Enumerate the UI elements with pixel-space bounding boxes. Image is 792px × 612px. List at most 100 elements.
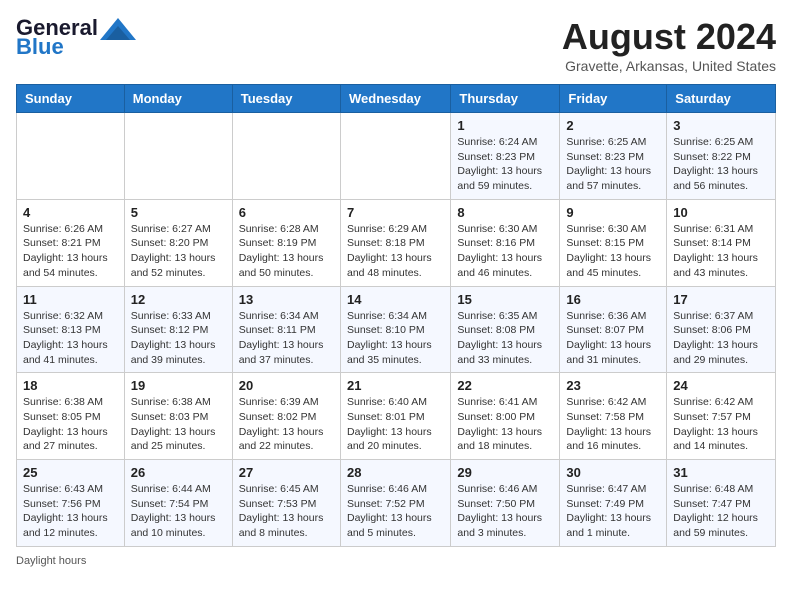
day-info: Sunrise: 6:32 AM Sunset: 8:13 PM Dayligh…: [23, 309, 118, 368]
week-row-1: 1Sunrise: 6:24 AM Sunset: 8:23 PM Daylig…: [17, 113, 776, 200]
month-title: August 2024: [562, 16, 776, 58]
day-info: Sunrise: 6:27 AM Sunset: 8:20 PM Dayligh…: [131, 222, 226, 281]
day-number: 9: [566, 205, 660, 220]
day-cell: 18 Sunrise: 6:38 AM Sunset: 8:05 PM Dayli…: [17, 373, 125, 460]
logo-blue: Blue: [16, 36, 64, 58]
day-number: 3: [673, 118, 769, 133]
day-info: Sunrise: 6:45 AM Sunset: 7:53 PM Dayligh…: [239, 482, 334, 541]
day-number: 16: [566, 292, 660, 307]
day-info: Sunrise: 6:36 AM Sunset: 8:07 PM Dayligh…: [566, 309, 660, 368]
day-cell: 25 Sunrise: 6:43 AM Sunset: 7:56 PM Dayli…: [17, 460, 125, 547]
day-info: Sunrise: 6:40 AM Sunset: 8:01 PM Dayligh…: [347, 395, 444, 454]
day-info: Sunrise: 6:31 AM Sunset: 8:14 PM Dayligh…: [673, 222, 769, 281]
day-info: Sunrise: 6:48 AM Sunset: 7:47 PM Dayligh…: [673, 482, 769, 541]
day-info: Sunrise: 6:26 AM Sunset: 8:21 PM Dayligh…: [23, 222, 118, 281]
day-cell: 28 Sunrise: 6:46 AM Sunset: 7:52 PM Dayli…: [340, 460, 450, 547]
day-info: Sunrise: 6:42 AM Sunset: 7:58 PM Dayligh…: [566, 395, 660, 454]
day-cell: [340, 113, 450, 200]
day-cell: 20 Sunrise: 6:39 AM Sunset: 8:02 PM Dayli…: [232, 373, 340, 460]
day-info: Sunrise: 6:25 AM Sunset: 8:23 PM Dayligh…: [566, 135, 660, 194]
day-number: 15: [457, 292, 553, 307]
day-number: 20: [239, 378, 334, 393]
footer-note: Daylight hours: [16, 555, 776, 567]
day-cell: [124, 113, 232, 200]
day-info: Sunrise: 6:47 AM Sunset: 7:49 PM Dayligh…: [566, 482, 660, 541]
day-cell: 7Sunrise: 6:29 AM Sunset: 8:18 PM Daylig…: [340, 199, 450, 286]
day-number: 27: [239, 465, 334, 480]
day-header-friday: Friday: [560, 85, 667, 113]
week-row-2: 4 Sunrise: 6:26 AM Sunset: 8:21 PM Daylig…: [17, 199, 776, 286]
day-info: Sunrise: 6:39 AM Sunset: 8:02 PM Dayligh…: [239, 395, 334, 454]
day-number: 25: [23, 465, 118, 480]
day-cell: 15 Sunrise: 6:35 AM Sunset: 8:08 PM Dayli…: [451, 286, 560, 373]
day-number: 21: [347, 378, 444, 393]
day-cell: 23 Sunrise: 6:42 AM Sunset: 7:58 PM Dayli…: [560, 373, 667, 460]
day-cell: 9Sunrise: 6:30 AM Sunset: 8:15 PM Daylig…: [560, 199, 667, 286]
day-header-monday: Monday: [124, 85, 232, 113]
day-cell: 31 Sunrise: 6:48 AM Sunset: 7:47 PM Dayli…: [667, 460, 776, 547]
day-info: Sunrise: 6:25 AM Sunset: 8:22 PM Dayligh…: [673, 135, 769, 194]
day-cell: 16 Sunrise: 6:36 AM Sunset: 8:07 PM Dayli…: [560, 286, 667, 373]
day-info: Sunrise: 6:38 AM Sunset: 8:05 PM Dayligh…: [23, 395, 118, 454]
day-cell: 24Sunrise: 6:42 AM Sunset: 7:57 PM Dayli…: [667, 373, 776, 460]
day-number: 8: [457, 205, 553, 220]
day-cell: 6Sunrise: 6:28 AM Sunset: 8:19 PM Daylig…: [232, 199, 340, 286]
day-number: 29: [457, 465, 553, 480]
day-number: 19: [131, 378, 226, 393]
day-number: 31: [673, 465, 769, 480]
day-info: Sunrise: 6:34 AM Sunset: 8:10 PM Dayligh…: [347, 309, 444, 368]
day-cell: [17, 113, 125, 200]
day-header-wednesday: Wednesday: [340, 85, 450, 113]
day-cell: 4 Sunrise: 6:26 AM Sunset: 8:21 PM Daylig…: [17, 199, 125, 286]
day-info: Sunrise: 6:28 AM Sunset: 8:19 PM Dayligh…: [239, 222, 334, 281]
day-cell: 11 Sunrise: 6:32 AM Sunset: 8:13 PM Dayli…: [17, 286, 125, 373]
day-info: Sunrise: 6:24 AM Sunset: 8:23 PM Dayligh…: [457, 135, 553, 194]
day-header-saturday: Saturday: [667, 85, 776, 113]
day-number: 12: [131, 292, 226, 307]
day-info: Sunrise: 6:41 AM Sunset: 8:00 PM Dayligh…: [457, 395, 553, 454]
day-cell: 17 Sunrise: 6:37 AM Sunset: 8:06 PM Dayli…: [667, 286, 776, 373]
title-area: August 2024 Gravette, Arkansas, United S…: [562, 16, 776, 74]
day-number: 11: [23, 292, 118, 307]
day-number: 22: [457, 378, 553, 393]
day-cell: 10 Sunrise: 6:31 AM Sunset: 8:14 PM Dayli…: [667, 199, 776, 286]
day-cell: 1Sunrise: 6:24 AM Sunset: 8:23 PM Daylig…: [451, 113, 560, 200]
day-cell: 5 Sunrise: 6:27 AM Sunset: 8:20 PM Daylig…: [124, 199, 232, 286]
day-number: 24: [673, 378, 769, 393]
day-number: 28: [347, 465, 444, 480]
week-row-4: 18 Sunrise: 6:38 AM Sunset: 8:05 PM Dayli…: [17, 373, 776, 460]
day-cell: [232, 113, 340, 200]
day-info: Sunrise: 6:35 AM Sunset: 8:08 PM Dayligh…: [457, 309, 553, 368]
day-number: 18: [23, 378, 118, 393]
header: General Blue August 2024 Gravette, Arkan…: [16, 16, 776, 74]
day-cell: 26Sunrise: 6:44 AM Sunset: 7:54 PM Dayli…: [124, 460, 232, 547]
day-info: Sunrise: 6:29 AM Sunset: 8:18 PM Dayligh…: [347, 222, 444, 281]
day-cell: 21 Sunrise: 6:40 AM Sunset: 8:01 PM Dayli…: [340, 373, 450, 460]
day-number: 14: [347, 292, 444, 307]
day-number: 10: [673, 205, 769, 220]
day-cell: 29Sunrise: 6:46 AM Sunset: 7:50 PM Dayli…: [451, 460, 560, 547]
day-cell: 2Sunrise: 6:25 AM Sunset: 8:23 PM Daylig…: [560, 113, 667, 200]
day-number: 26: [131, 465, 226, 480]
logo-icon: [100, 18, 136, 40]
day-number: 4: [23, 205, 118, 220]
day-info: Sunrise: 6:38 AM Sunset: 8:03 PM Dayligh…: [131, 395, 226, 454]
day-number: 23: [566, 378, 660, 393]
day-number: 17: [673, 292, 769, 307]
week-row-5: 25 Sunrise: 6:43 AM Sunset: 7:56 PM Dayli…: [17, 460, 776, 547]
day-cell: 27 Sunrise: 6:45 AM Sunset: 7:53 PM Dayli…: [232, 460, 340, 547]
day-info: Sunrise: 6:34 AM Sunset: 8:11 PM Dayligh…: [239, 309, 334, 368]
day-info: Sunrise: 6:46 AM Sunset: 7:52 PM Dayligh…: [347, 482, 444, 541]
location-title: Gravette, Arkansas, United States: [562, 58, 776, 74]
day-number: 5: [131, 205, 226, 220]
day-info: Sunrise: 6:43 AM Sunset: 7:56 PM Dayligh…: [23, 482, 118, 541]
day-info: Sunrise: 6:30 AM Sunset: 8:16 PM Dayligh…: [457, 222, 553, 281]
logo: General Blue: [16, 16, 136, 58]
day-header-tuesday: Tuesday: [232, 85, 340, 113]
day-header-sunday: Sunday: [17, 85, 125, 113]
day-info: Sunrise: 6:37 AM Sunset: 8:06 PM Dayligh…: [673, 309, 769, 368]
day-cell: 19 Sunrise: 6:38 AM Sunset: 8:03 PM Dayli…: [124, 373, 232, 460]
day-header-thursday: Thursday: [451, 85, 560, 113]
day-cell: 8 Sunrise: 6:30 AM Sunset: 8:16 PM Daylig…: [451, 199, 560, 286]
day-cell: 22 Sunrise: 6:41 AM Sunset: 8:00 PM Dayli…: [451, 373, 560, 460]
